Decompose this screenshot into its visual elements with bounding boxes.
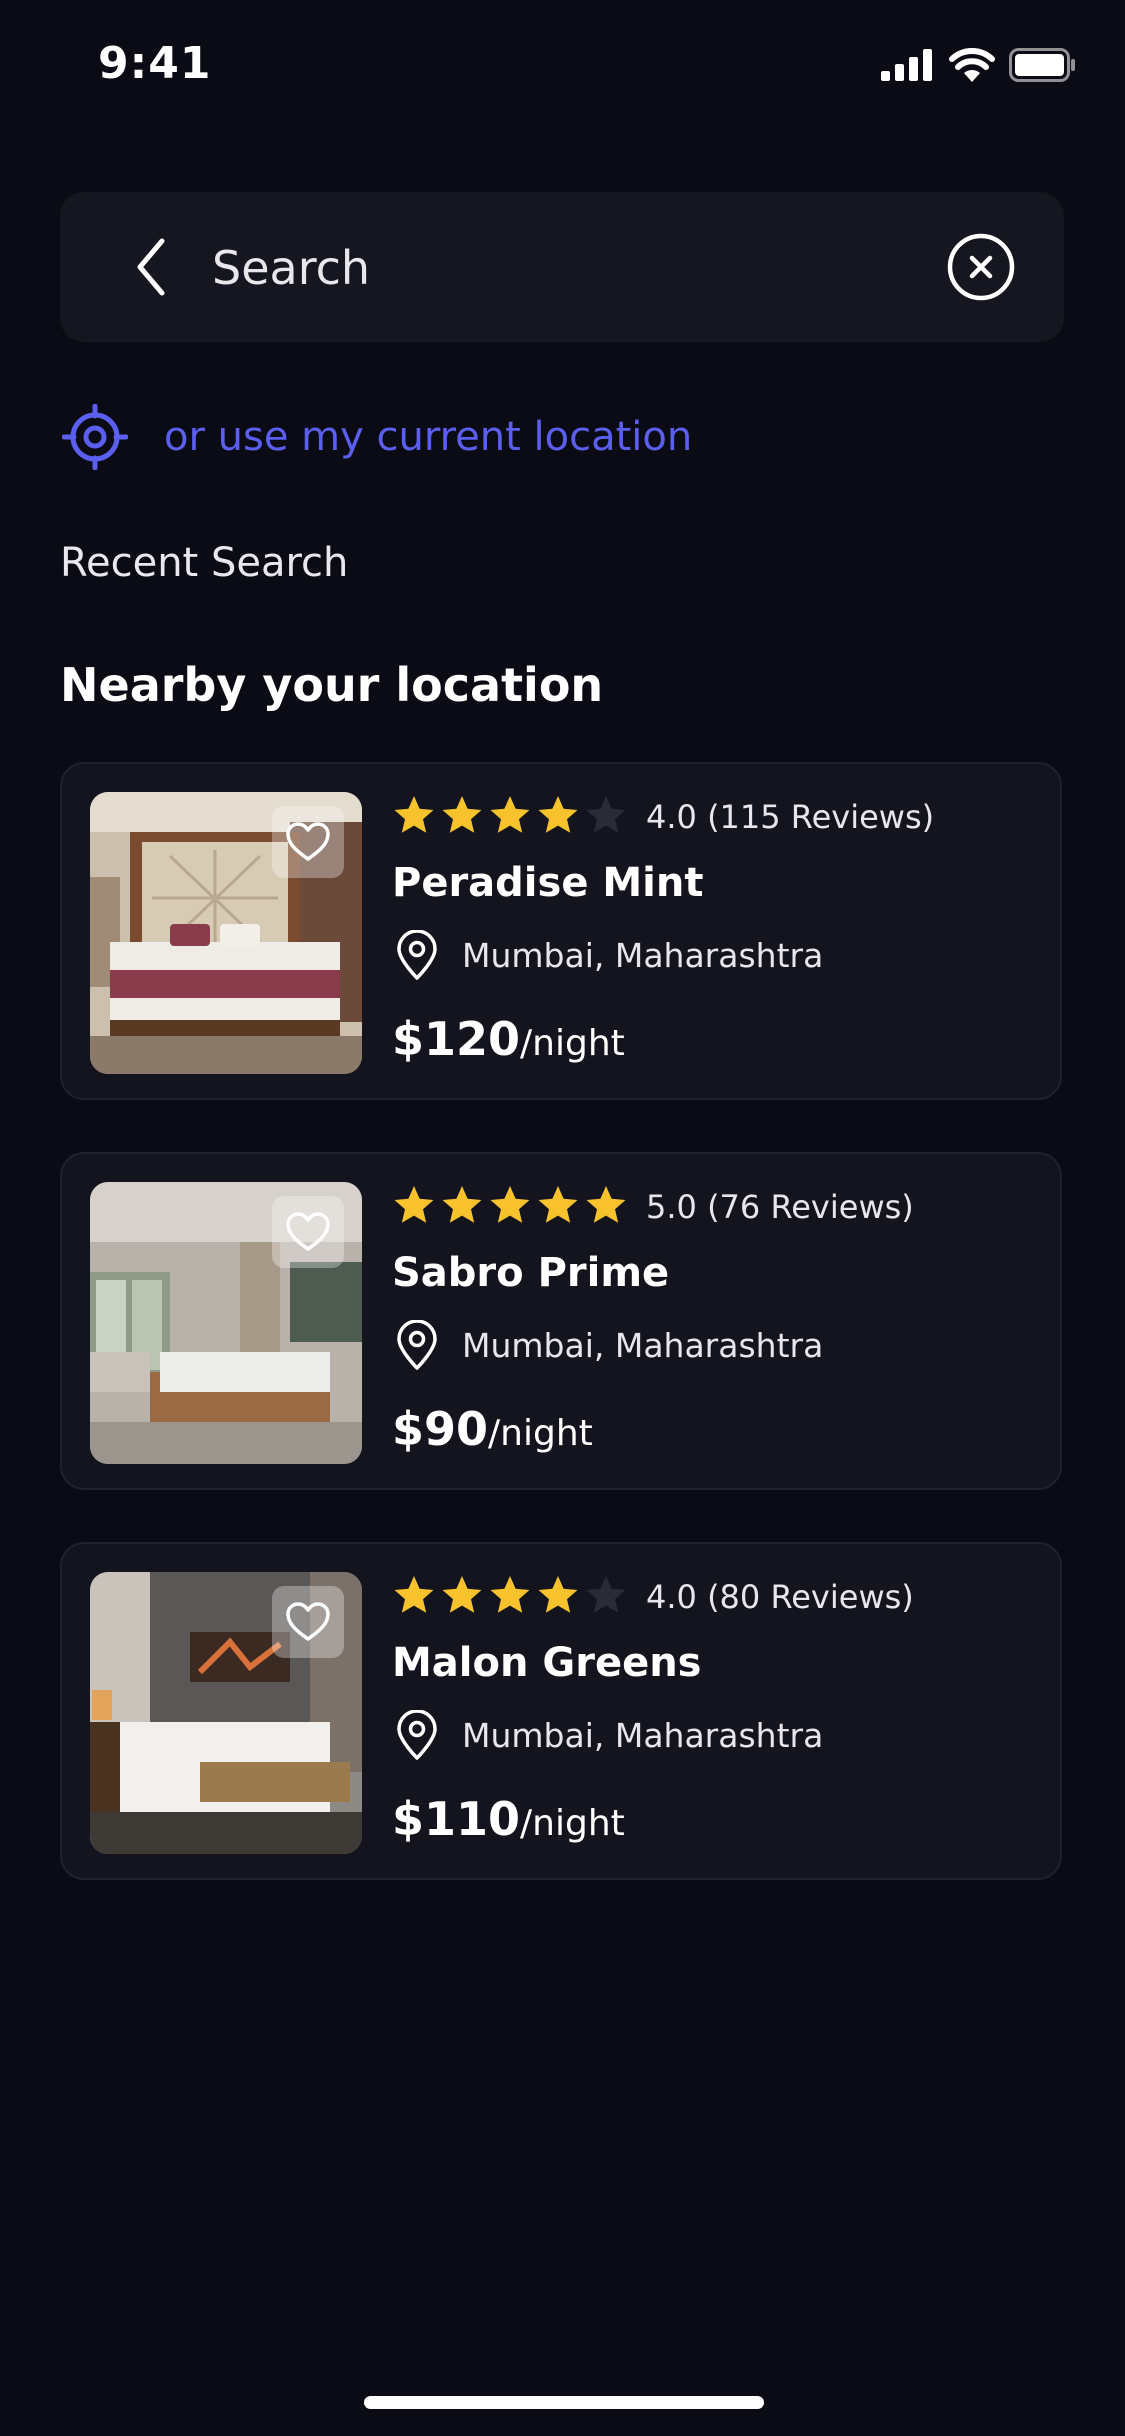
price-unit: /night: [520, 1803, 625, 1844]
search-input[interactable]: [210, 227, 814, 309]
favorite-button[interactable]: [272, 1196, 344, 1268]
status-bar: 9:41: [0, 0, 1125, 135]
hotel-name: Peradise Mint: [392, 860, 704, 906]
heart-icon: [286, 822, 330, 861]
hotel-name: Malon Greens: [392, 1640, 702, 1686]
hotel-price: $110/night: [392, 1796, 625, 1842]
hotel-card[interactable]: 5.0 (76 Reviews) Sabro Prime Mumbai, Mah…: [60, 1152, 1062, 1490]
hotel-location: Mumbai, Maharashtra: [462, 1326, 824, 1365]
wifi-icon: [949, 48, 995, 82]
star-filled-icon: [490, 1576, 530, 1613]
clear-search-button[interactable]: [946, 232, 1016, 302]
status-time: 9:41: [98, 38, 212, 89]
rating-stars: [392, 794, 628, 836]
status-icons: [881, 48, 1077, 82]
search-bar: [60, 192, 1064, 342]
chevron-left-icon: [137, 238, 165, 296]
rating-text: 4.0 (115 Reviews): [646, 798, 935, 836]
map-pin-icon: [397, 930, 437, 980]
cellular-signal-icon: [881, 49, 932, 81]
back-button[interactable]: [120, 234, 180, 300]
star-filled-icon: [442, 796, 482, 833]
hotel-price: $120/night: [392, 1016, 625, 1062]
home-indicator: [364, 2396, 764, 2409]
hotel-card[interactable]: 4.0 (115 Reviews) Peradise Mint Mumbai, …: [60, 762, 1062, 1100]
hotel-location: Mumbai, Maharashtra: [462, 936, 824, 975]
star-filled-icon: [538, 796, 578, 833]
star-filled-icon: [442, 1186, 482, 1223]
price-amount: $120: [392, 1012, 521, 1066]
hotel-image: [90, 792, 362, 1074]
favorite-button[interactable]: [272, 1586, 344, 1658]
star-empty-icon: [586, 796, 626, 833]
star-filled-icon: [538, 1576, 578, 1613]
star-filled-icon: [394, 1186, 434, 1223]
star-filled-icon: [394, 796, 434, 833]
price-amount: $90: [392, 1402, 489, 1456]
hotel-image: [90, 1182, 362, 1464]
hotel-card[interactable]: 4.0 (80 Reviews) Malon Greens Mumbai, Ma…: [60, 1542, 1062, 1880]
favorite-button[interactable]: [272, 806, 344, 878]
price-amount: $110: [392, 1792, 521, 1846]
star-filled-icon: [490, 1186, 530, 1223]
star-filled-icon: [394, 1576, 434, 1613]
heart-icon: [286, 1212, 330, 1251]
rating-stars: [392, 1574, 628, 1616]
rating-stars: [392, 1184, 628, 1226]
hotel-location: Mumbai, Maharashtra: [462, 1716, 824, 1755]
recent-search-label: Recent Search: [60, 540, 349, 586]
hotel-name: Sabro Prime: [392, 1250, 670, 1296]
heart-icon: [286, 1602, 330, 1641]
hotel-price: $90/night: [392, 1406, 593, 1452]
star-empty-icon: [586, 1576, 626, 1613]
battery-icon: [1009, 48, 1075, 82]
close-circle-icon: [947, 233, 1015, 301]
map-pin-icon: [397, 1320, 437, 1370]
price-unit: /night: [520, 1023, 625, 1064]
use-current-location-label: or use my current location: [164, 414, 693, 460]
use-current-location-link[interactable]: or use my current location: [62, 404, 692, 470]
rating-text: 4.0 (80 Reviews): [646, 1578, 914, 1616]
hotel-image: [90, 1572, 362, 1854]
star-filled-icon: [442, 1576, 482, 1613]
map-pin-icon: [397, 1710, 437, 1760]
location-target-icon: [62, 404, 128, 470]
price-unit: /night: [488, 1413, 593, 1454]
nearby-section-title: Nearby your location: [60, 658, 604, 712]
star-filled-icon: [490, 796, 530, 833]
star-filled-icon: [538, 1186, 578, 1223]
star-filled-icon: [586, 1186, 626, 1223]
rating-text: 5.0 (76 Reviews): [646, 1188, 914, 1226]
